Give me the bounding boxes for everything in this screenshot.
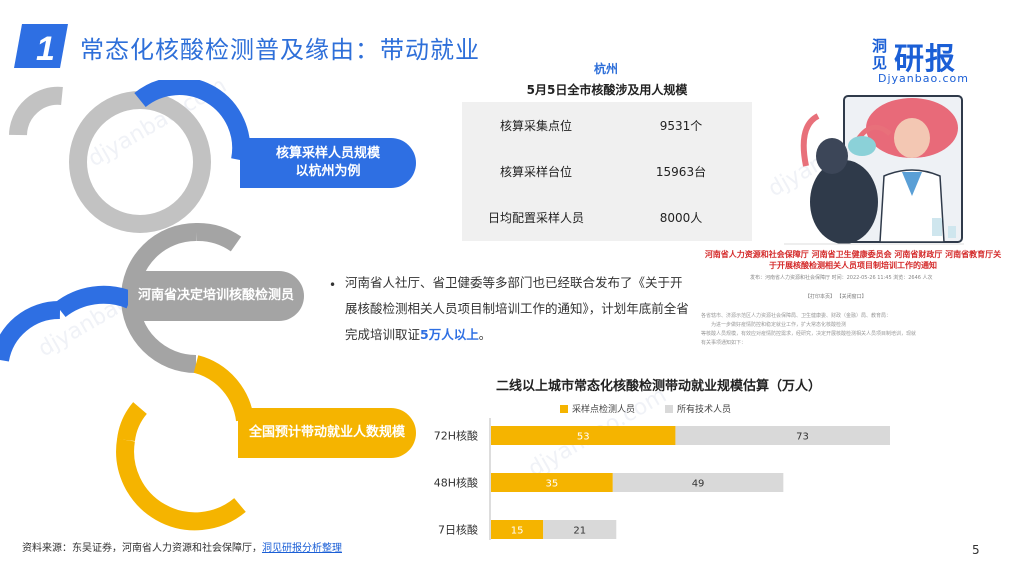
table-cell-value: 8000人 — [659, 210, 703, 225]
legend-swatch — [665, 404, 674, 413]
category-label: 48H核酸 — [434, 476, 478, 490]
legend-label: 所有技术人员 — [677, 405, 732, 415]
section-number: 1 — [36, 30, 55, 68]
table-cell-value: 9531个 — [659, 118, 703, 133]
bullet-icon: • — [329, 278, 337, 292]
table-row: 核算采样台位 15963台 — [462, 148, 752, 194]
chart-title: 二线以上城市常态化核酸检测带动就业规模估算（万人） — [496, 379, 822, 394]
bar-value-label: 21 — [573, 526, 586, 537]
chart-legend: 采样点检测人员 所有技术人员 — [560, 402, 731, 415]
legend-item: 采样点检测人员 — [560, 402, 635, 415]
pill-henan-training: 河南省决定培训核酸检测员 — [128, 271, 304, 321]
table-cell-item: 核算采集点位 — [499, 118, 572, 133]
table-cell-item: 核算采样台位 — [499, 164, 572, 179]
hangzhou-table: 核算采集点位 9531个 核算采样台位 15963台 日均配置采样人员 8000… — [462, 102, 752, 241]
bar-value-label: 35 — [546, 479, 559, 490]
bullet-highlight: 5万人以上 — [420, 327, 479, 342]
logo-domain: Djyanbao.com — [878, 72, 969, 85]
pill-national-employment: 全国预计带动就业人数规模 — [238, 408, 416, 458]
table-cell-value: 15963台 — [655, 164, 707, 179]
hangzhou-city-label: 杭州 — [594, 62, 619, 76]
page-title: 常态化核酸检测普及缘由：带动就业 — [80, 36, 480, 64]
bar-value-label: 49 — [692, 479, 705, 490]
source-note: 资料来源：东吴证券，河南省人力资源和社会保障厅，洞见研报分析整理 — [22, 539, 342, 554]
page-number: 5 — [972, 543, 980, 557]
legend-label: 采样点检测人员 — [572, 405, 636, 415]
section-number-badge: 1 — [14, 24, 68, 68]
doc-tags: 【打印本页】 【关闭窗口】 — [805, 294, 867, 300]
doctor-illustration — [784, 95, 964, 245]
doc-meta: 发布：河南省人力资源和社会保障厅 时间：2022-05-26 11:45 浏览：… — [750, 275, 933, 281]
bullet-paragraph: 河南省人社厅、省卫健委等多部门也已经联合发布了《关于开展核酸检测相关人员项目制培… — [345, 270, 690, 348]
doc-body-line: 各省辖市、济源示范区人力资源社会保障局、卫生健康委、财政（金融）局、教育局： — [701, 313, 892, 319]
bullet-end: 。 — [478, 327, 492, 342]
pill-label: 核算采样人员规模 — [275, 146, 380, 161]
table-row: 日均配置采样人员 8000人 — [462, 194, 752, 240]
source-link[interactable]: 洞见研报分析整理 — [262, 543, 342, 554]
doc-body-line: 有关事项通知如下： — [701, 340, 747, 346]
logo-small-text: 洞见 — [872, 37, 888, 72]
legend-item: 所有技术人员 — [665, 402, 731, 415]
doc-title-line2: 于开展核酸检测相关人员项目制培训工作的通知 — [769, 261, 937, 270]
doc-title-line1: 河南省人力资源和社会保障厅 河南省卫生健康委员会 河南省财政厅 河南省教育厅关 — [704, 250, 1002, 259]
notice-document-image: 河南省人力资源和社会保障厅 河南省卫生健康委员会 河南省财政厅 河南省教育厅关 … — [695, 249, 1011, 379]
bar-segment — [675, 426, 890, 445]
bullet-text: 河南省人社厅、省卫健委等多部门也已经联合发布了《关于开展核酸检测相关人员项目制培… — [345, 275, 689, 342]
bar-value-label: 53 — [577, 432, 590, 443]
source-prefix: 资料来源：东吴证券，河南省人力资源和社会保障厅， — [22, 543, 262, 554]
category-label: 72H核酸 — [434, 429, 478, 443]
pill-hangzhou-scale: 核算采样人员规模 以杭州为例 — [240, 138, 416, 188]
brand-logo: 洞见 研报 Djyanbao.com — [872, 34, 982, 90]
table-row: 核算采集点位 9531个 — [462, 102, 752, 148]
pill-sublabel: 以杭州为例 — [295, 164, 361, 179]
table-cell-item: 日均配置采样人员 — [487, 210, 584, 225]
hangzhou-table-title: 5月5日全市核酸涉及用人规模 — [526, 83, 688, 97]
bar-value-label: 15 — [511, 526, 524, 537]
category-label: 7日核酸 — [438, 523, 478, 537]
doc-body-line: 为进一步做好疫情防控和稳定就业工作，扩大常态化核酸检测 — [711, 322, 847, 328]
doc-body-line: 等核酸人员规模，有效应对疫情防控需求，经研究，决定开展核酸检测相关人员项目制培训… — [701, 331, 917, 337]
pill-label: 全国预计带动就业人数规模 — [248, 425, 405, 440]
legend-swatch — [560, 404, 568, 413]
pill-label: 河南省决定培训核酸检测员 — [137, 288, 294, 303]
employment-bar-chart: 72H核酸 53 73 48H核酸 35 49 7日核酸 15 21 — [434, 418, 890, 540]
bar-value-label: 73 — [796, 432, 809, 443]
